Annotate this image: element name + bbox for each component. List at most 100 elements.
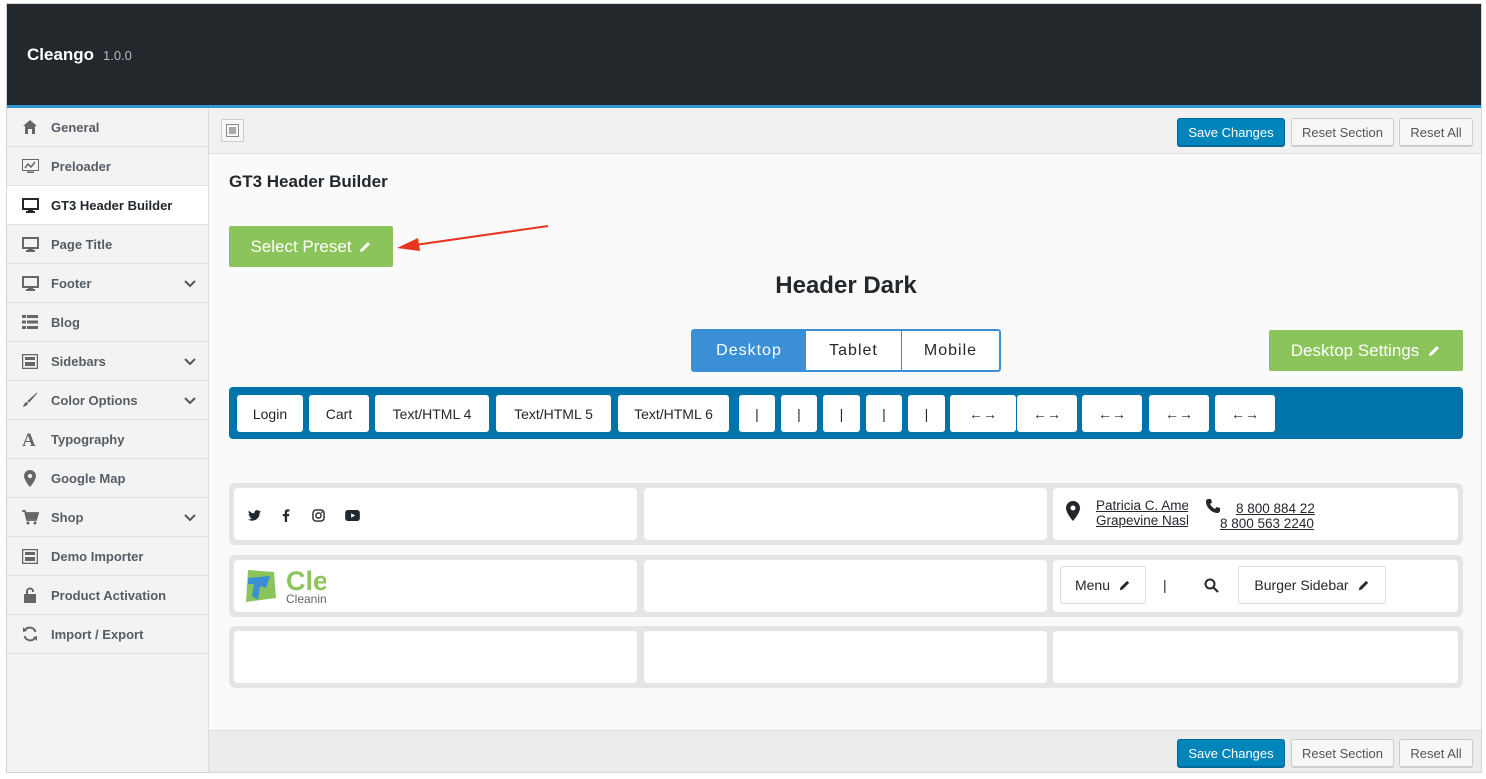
sidebar-item-label: Page Title — [51, 236, 113, 252]
tab-mobile[interactable]: Mobile — [902, 331, 999, 370]
top-center-zone[interactable] — [644, 488, 1047, 540]
sidebar-item-sidebars[interactable]: Sidebars — [7, 342, 208, 381]
phone-number-2: 8 800 563 2240 — [1220, 516, 1314, 531]
map-pin-icon — [1066, 501, 1080, 521]
reset-all-button-bottom[interactable]: Reset All — [1399, 739, 1473, 767]
sidebar-item-shop[interactable]: Shop — [7, 498, 208, 537]
layout-icon — [21, 547, 39, 565]
pencil-icon — [1429, 345, 1440, 356]
chart-icon — [21, 157, 39, 175]
sidebar-item-preloader[interactable]: Preloader — [7, 147, 208, 186]
palette-divider-chip[interactable]: | — [739, 395, 775, 432]
sidebar-item-color-options[interactable]: Color Options — [7, 381, 208, 420]
brush-icon — [21, 391, 39, 409]
search-icon[interactable] — [1204, 578, 1219, 593]
sidebar-item-demo-importer[interactable]: Demo Importer — [7, 537, 208, 576]
palette-login-chip[interactable]: Login — [237, 395, 303, 432]
palette-text-html-6-chip[interactable]: Text/HTML 6 — [618, 395, 729, 432]
device-tabs: Desktop Tablet Mobile — [691, 329, 1001, 372]
twitter-icon[interactable] — [246, 507, 262, 523]
desktop-settings-button[interactable]: Desktop Settings — [1269, 330, 1463, 371]
options-header: Cleango 1.0.0 — [7, 4, 1481, 108]
palette-text-html-5-chip[interactable]: Text/HTML 5 — [496, 395, 611, 432]
palette-divider-chip[interactable]: | — [781, 395, 817, 432]
palette-spacer-chip[interactable]: ←→ — [1149, 395, 1209, 432]
sidebar-item-blog[interactable]: Blog — [7, 303, 208, 342]
menu-element[interactable]: Menu — [1060, 566, 1146, 604]
instagram-icon[interactable] — [310, 507, 326, 523]
layout-toggle-icon[interactable] — [221, 119, 244, 142]
sidebar-item-label: Color Options — [51, 392, 138, 408]
top-right-zone[interactable]: Patricia C. Amedee 4401 Waldeck Street G… — [1053, 488, 1458, 540]
desktop-icon — [21, 196, 39, 214]
sidebar-item-page-title[interactable]: Page Title — [7, 225, 208, 264]
sidebar-item-product-activation[interactable]: Product Activation — [7, 576, 208, 615]
pencil-icon[interactable] — [1357, 579, 1370, 592]
burger-sidebar-element[interactable]: Burger Sidebar — [1238, 566, 1386, 604]
sidebar-item-label: Demo Importer — [51, 548, 144, 564]
sidebar-item-footer[interactable]: Footer — [7, 264, 208, 303]
theme-name: Cleango — [27, 45, 95, 64]
chevron-down-icon[interactable] — [184, 510, 196, 525]
annotation-arrow — [397, 225, 549, 251]
chevron-down-icon[interactable] — [184, 354, 196, 369]
sidebar-item-label: Footer — [51, 275, 92, 291]
list-icon — [21, 313, 39, 331]
sidebar-item-label: General — [51, 119, 100, 135]
site-logo[interactable]: Cle Cleaning — [240, 566, 326, 606]
reset-section-button[interactable]: Reset Section — [1291, 118, 1394, 146]
bottom-right-zone[interactable] — [1053, 631, 1458, 683]
theme-version: 1.0.0 — [103, 48, 132, 63]
phone-icon — [1206, 499, 1220, 513]
palette-divider-chip[interactable]: | — [823, 395, 860, 432]
save-changes-button-bottom[interactable]: Save Changes — [1177, 739, 1285, 767]
facebook-icon[interactable] — [278, 507, 294, 523]
tab-desktop[interactable]: Desktop — [693, 331, 806, 370]
main-content: GT3 Header Builder Select Preset Header … — [209, 154, 1481, 730]
sidebar-item-import-export[interactable]: Import / Export — [7, 615, 208, 654]
reset-all-button[interactable]: Reset All — [1399, 118, 1473, 146]
address-line-2: Grapevine Nashville, Tx 76051 — [1096, 513, 1188, 528]
sidebar-item-google-map[interactable]: Google Map — [7, 459, 208, 498]
palette-cart-chip[interactable]: Cart — [309, 395, 369, 432]
chevron-down-icon[interactable] — [184, 393, 196, 408]
palette-spacer-chip[interactable]: ←→ — [1017, 395, 1077, 432]
sidebar-item-label: Preloader — [51, 158, 111, 174]
divider-element[interactable]: | — [1163, 577, 1167, 593]
sidebar-item-label: Sidebars — [51, 353, 106, 369]
element-palette: Login Cart Text/HTML 4 Text/HTML 5 Text/HTML… — [229, 387, 1463, 439]
tab-tablet[interactable]: Tablet — [806, 331, 902, 370]
section-title: GT3 Header Builder — [229, 172, 388, 191]
menu-label: Menu — [1074, 577, 1111, 593]
refresh-icon — [21, 625, 39, 643]
middle-right-zone[interactable]: Menu | Burger Sidebar — [1053, 560, 1458, 612]
save-changes-button[interactable]: Save Changes — [1177, 118, 1285, 146]
bottom-left-zone[interactable] — [234, 631, 637, 683]
top-left-zone[interactable] — [234, 488, 637, 540]
unlock-icon — [21, 586, 39, 604]
palette-divider-chip[interactable]: | — [866, 395, 902, 432]
palette-spacer-chip[interactable]: ←→ — [1082, 395, 1142, 432]
select-preset-button[interactable]: Select Preset — [229, 226, 393, 267]
sidebar-item-typography[interactable]: A Typography — [7, 420, 208, 459]
sidebar-item-general[interactable]: General — [7, 108, 208, 147]
middle-center-zone[interactable] — [644, 560, 1047, 612]
sidebar-item-label: Blog — [51, 314, 80, 330]
reset-section-button-bottom[interactable]: Reset Section — [1291, 739, 1394, 767]
desktop-settings-label: Desktop Settings — [1290, 340, 1420, 360]
sidebar-item-label: Product Activation — [51, 587, 167, 603]
pencil-icon[interactable] — [1118, 579, 1131, 592]
sidebar-item-gt3-header-builder[interactable]: GT3 Header Builder — [7, 186, 208, 225]
bottom-center-zone[interactable] — [644, 631, 1047, 683]
palette-text-html-4-chip[interactable]: Text/HTML 4 — [375, 395, 489, 432]
svg-text:A: A — [22, 431, 36, 448]
middle-left-zone[interactable]: Cle Cleaning — [234, 560, 637, 612]
sidebar-item-label: Shop — [51, 509, 84, 525]
palette-spacer-chip[interactable]: ←→ — [950, 395, 1016, 432]
chevron-down-icon[interactable] — [184, 276, 196, 291]
palette-divider-chip[interactable]: | — [908, 395, 945, 432]
youtube-icon[interactable] — [344, 507, 360, 523]
palette-spacer-chip[interactable]: ←→ — [1215, 395, 1275, 432]
layout-icon — [21, 352, 39, 370]
home-icon — [21, 118, 39, 136]
